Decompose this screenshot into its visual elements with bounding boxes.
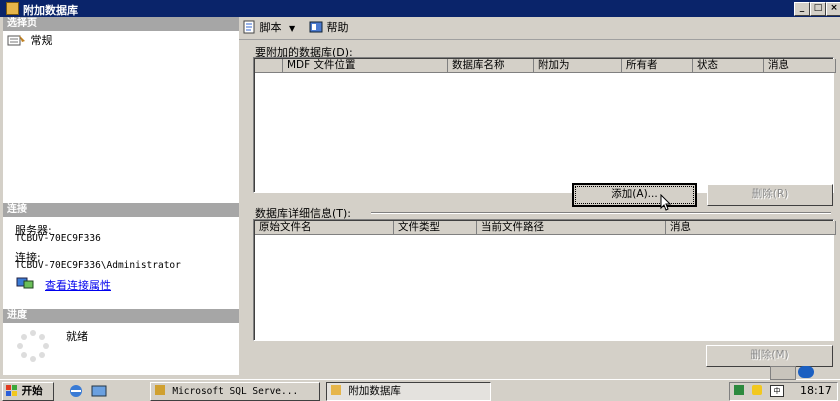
clock[interactable]: 18:17 <box>800 384 832 397</box>
system-tray: 中 18:17 <box>729 382 838 401</box>
maximize-button[interactable]: □ <box>810 2 826 16</box>
add-button[interactable]: 添加(A)... <box>572 183 697 207</box>
page-item-general[interactable]: 常规 <box>7 34 53 48</box>
window-title: 附加数据库 <box>23 4 78 17</box>
column-header[interactable]: 数据库名称 <box>448 59 534 73</box>
taskbar: 开始 Microsoft SQL Serve... 附加数据库 中 18:17 <box>0 379 840 401</box>
remove-attach-button[interactable]: 删除(R) <box>707 184 833 206</box>
left-pane: 选择页 常规 连接 服务器: TCBUV-70EC9F336 连接: TCBUV… <box>0 17 243 375</box>
progress-header: 进度 <box>3 309 243 323</box>
column-header[interactable]: 状态 <box>693 59 764 73</box>
connection-value: TCBUV-70EC9F336\Administrator <box>15 260 181 271</box>
script-icon <box>243 20 255 34</box>
taskbar-item-label: Microsoft SQL Serve... <box>172 386 299 397</box>
windows-logo-icon <box>6 385 17 396</box>
security-shield-icon[interactable] <box>752 385 762 395</box>
show-desktop-icon[interactable] <box>91 384 107 398</box>
details-divider <box>371 212 831 214</box>
sql-server-icon <box>155 385 165 395</box>
column-header[interactable]: MDF 文件位置 <box>283 59 448 73</box>
column-header[interactable]: 文件类型 <box>394 221 477 235</box>
script-button[interactable]: 脚本 ▼ <box>242 20 295 36</box>
view-connection-properties-link[interactable]: 查看连接属性 <box>45 277 111 293</box>
page-general-icon <box>7 35 25 46</box>
toolbar: 脚本 ▼ 帮助 <box>239 17 840 40</box>
row-selector-header <box>255 59 283 73</box>
start-label: 开始 <box>21 385 43 397</box>
page-item-label: 常规 <box>30 34 53 47</box>
folder-icon <box>331 385 341 395</box>
taskbar-item-attach-database[interactable]: 附加数据库 <box>326 382 491 401</box>
start-button[interactable]: 开始 <box>2 382 54 401</box>
progress-status: 就绪 <box>66 330 88 343</box>
column-header[interactable]: 所有者 <box>622 59 693 73</box>
remove-details-button[interactable]: 删除(M) <box>706 345 833 367</box>
folder-icon <box>6 2 19 15</box>
column-header[interactable]: 附加为 <box>534 59 622 73</box>
column-header[interactable]: 消息 <box>764 59 836 73</box>
taskbar-item-label: 附加数据库 <box>348 385 401 397</box>
chevron-down-icon[interactable]: ▼ <box>289 24 295 33</box>
column-header[interactable]: 原始文件名 <box>255 221 394 235</box>
mouse-cursor-icon <box>660 194 672 211</box>
window-title-bar[interactable]: 附加数据库 _ □ × <box>0 0 840 17</box>
taskbar-item-sql-server[interactable]: Microsoft SQL Serve... <box>150 382 320 401</box>
close-button[interactable]: × <box>826 2 840 16</box>
help-icon <box>309 21 323 33</box>
select-page-header: 选择页 <box>3 17 243 31</box>
ie-icon[interactable] <box>68 384 84 398</box>
progress-panel: 就绪 <box>3 323 239 375</box>
database-details-grid[interactable]: 原始文件名 文件类型 当前文件路径 消息 <box>253 219 836 341</box>
column-header[interactable]: 消息 <box>666 221 836 235</box>
help-label: 帮助 <box>326 21 349 34</box>
minimize-button[interactable]: _ <box>794 2 810 16</box>
attach-databases-grid[interactable]: MDF 文件位置 数据库名称 附加为 所有者 状态 消息 <box>253 57 836 193</box>
server-value: TCBUV-70EC9F336 <box>15 233 101 244</box>
help-button[interactable]: 帮助 <box>309 20 349 36</box>
tray-helper-icon[interactable] <box>770 366 796 380</box>
connection-panel: 服务器: TCBUV-70EC9F336 连接: TCBUV-70EC9F336… <box>3 217 239 309</box>
progress-spinner-icon <box>17 330 49 362</box>
script-label: 脚本 <box>259 21 282 34</box>
page-list: 常规 <box>3 31 239 217</box>
connection-header: 连接 <box>3 203 243 217</box>
column-header[interactable]: 当前文件路径 <box>477 221 666 235</box>
network-icon[interactable] <box>734 385 744 395</box>
right-pane: 脚本 ▼ 帮助 要附加的数据库(D): MDF 文件位置 数据库名称 附加为 所… <box>239 17 840 375</box>
ime-icon[interactable]: 中 <box>770 385 784 397</box>
connection-properties-icon <box>16 277 34 289</box>
help-circle-icon[interactable] <box>798 366 814 378</box>
